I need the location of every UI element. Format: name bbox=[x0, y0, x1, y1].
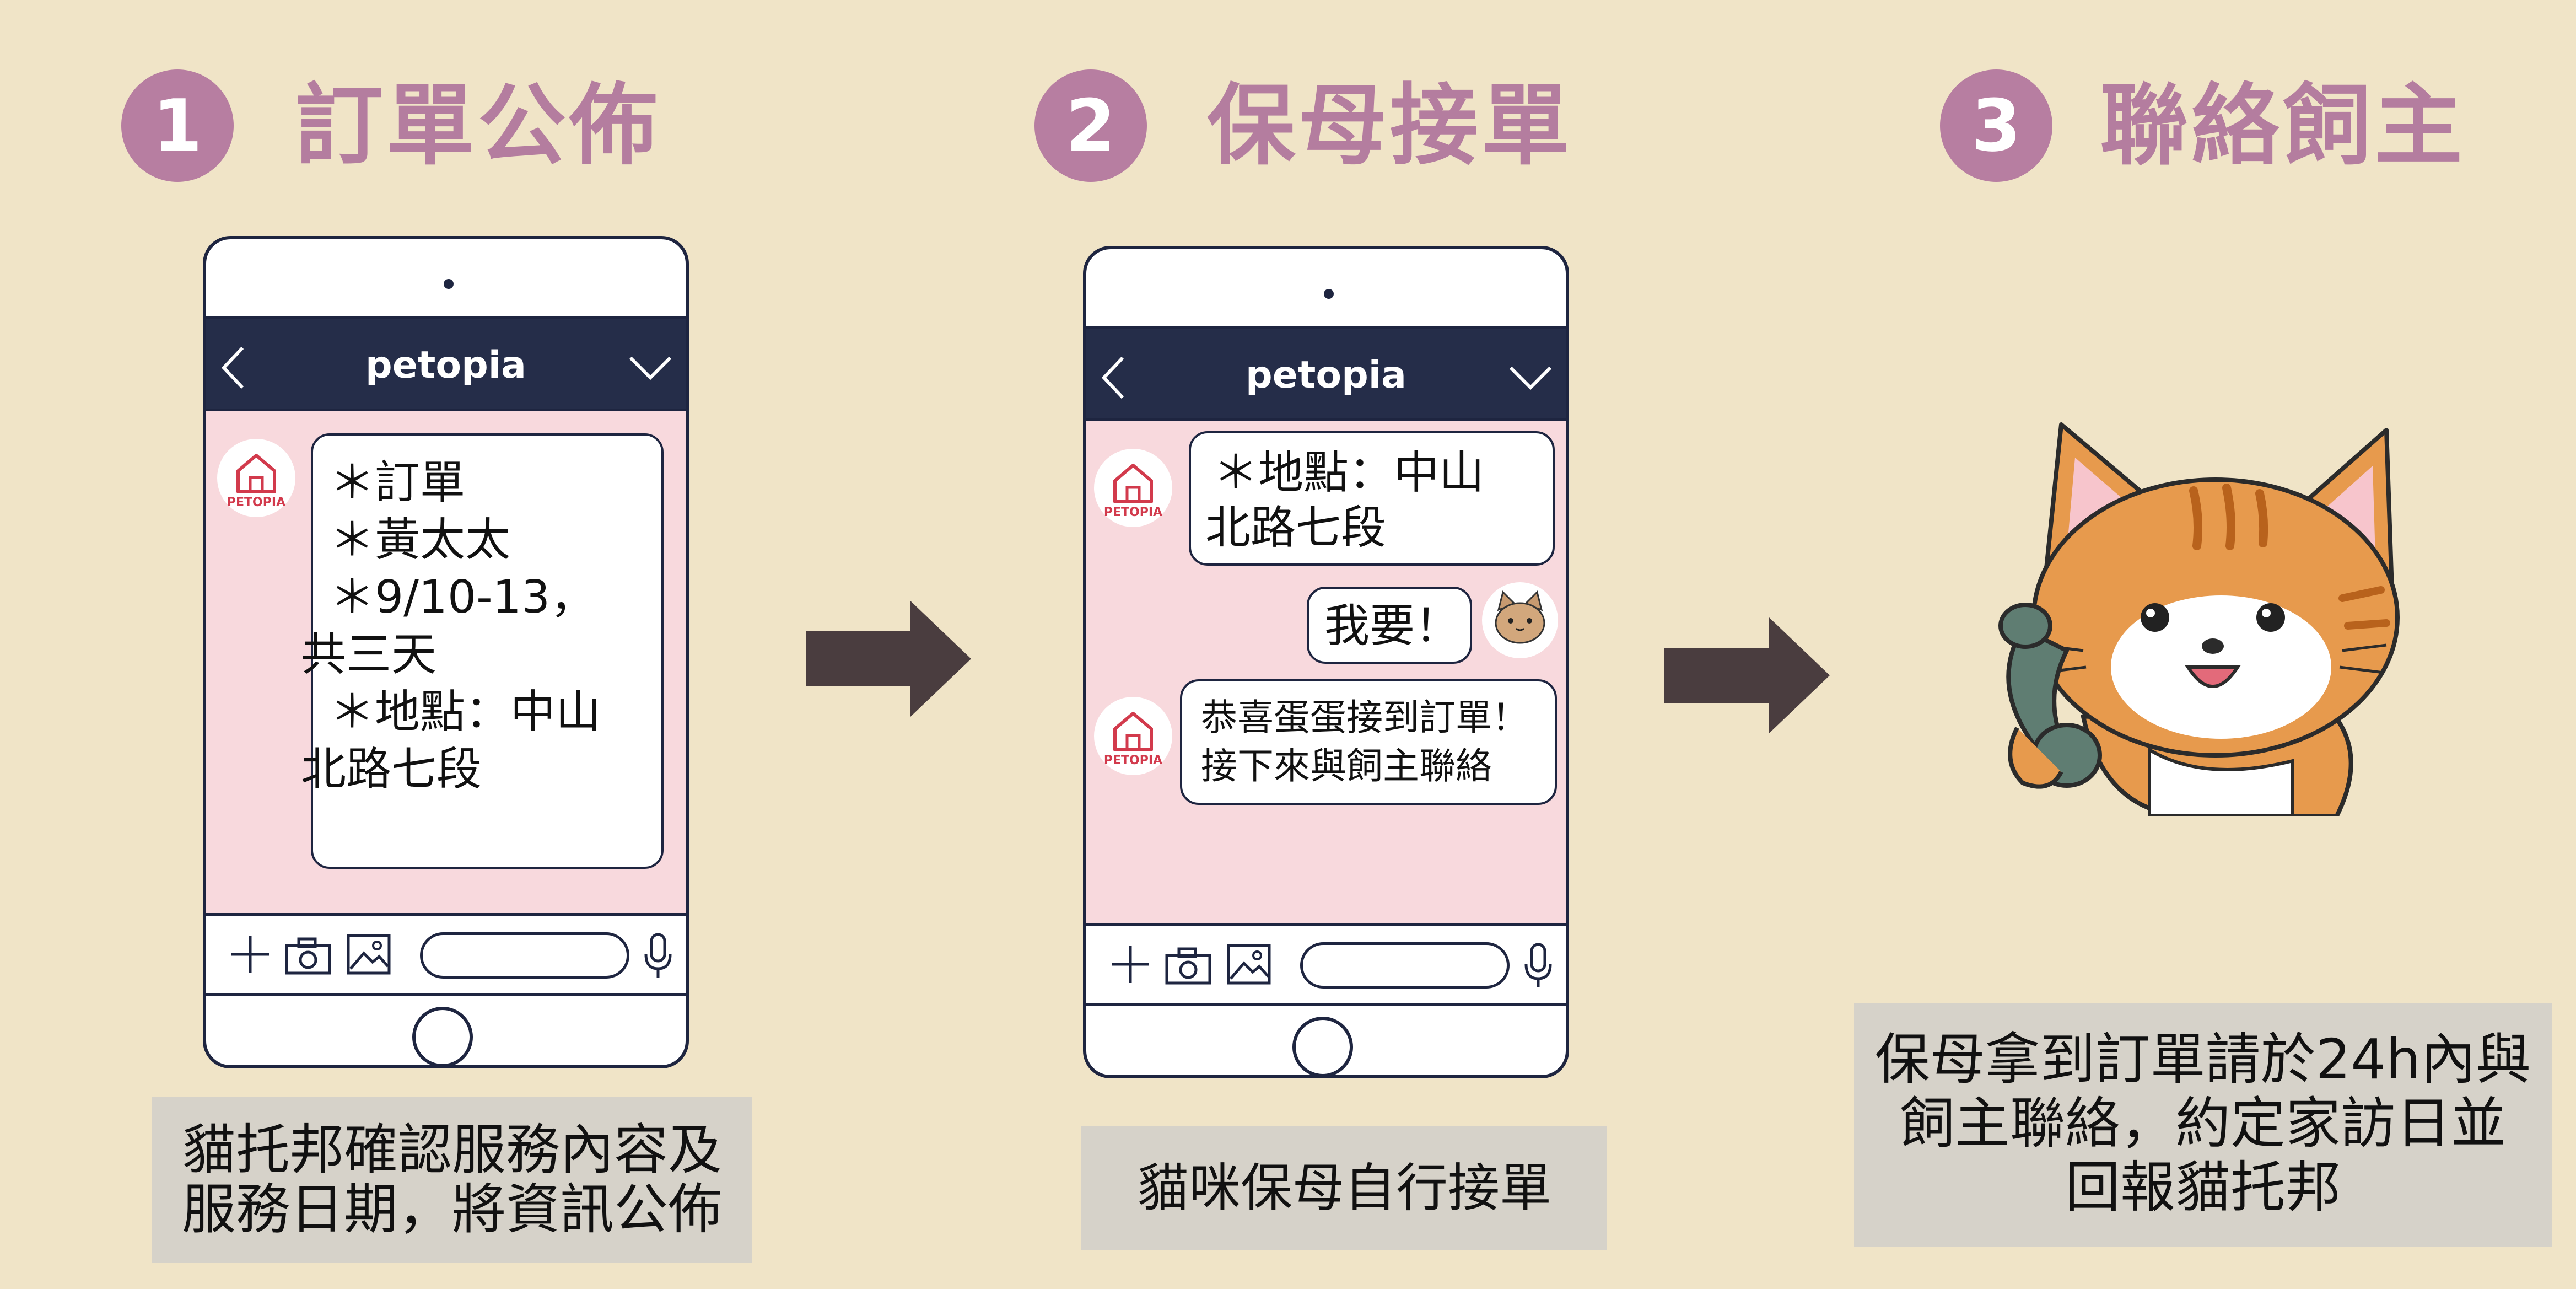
plus-icon[interactable] bbox=[1108, 942, 1152, 986]
message-line: 北路七段 bbox=[1205, 502, 1387, 554]
petopia-avatar: PETOPIA bbox=[1094, 697, 1172, 775]
app-name: petopia bbox=[1246, 353, 1406, 397]
chevron-down-icon[interactable] bbox=[1508, 364, 1553, 391]
caption-line: 貓咪保母自行接單 bbox=[1136, 1158, 1551, 1218]
petopia-avatar: PETOPIA bbox=[1094, 449, 1172, 527]
message-bubble-reply: 我要！ bbox=[1307, 587, 1472, 664]
chevron-down-icon[interactable] bbox=[628, 355, 672, 381]
house-logo-icon: PETOPIA bbox=[227, 454, 285, 509]
home-button[interactable] bbox=[412, 1007, 473, 1065]
caption-line: 服務日期，將資訊公佈 bbox=[181, 1178, 722, 1241]
image-icon[interactable] bbox=[1225, 942, 1273, 986]
arrow-right-icon bbox=[1664, 617, 1830, 733]
message-line: 接下來與飼主聯絡 bbox=[1201, 745, 1492, 787]
chat-area: PETOPIA ＊地點：中山 北路七段 我要！ 恭喜蛋蛋接到訂單！ 接下來與飼主… bbox=[1086, 421, 1566, 923]
step-1-number: 1 bbox=[121, 69, 234, 182]
camera-icon[interactable] bbox=[1163, 942, 1213, 986]
message-line: ＊訂單 bbox=[330, 456, 466, 509]
cat-avatar bbox=[1482, 582, 1558, 658]
cat-face-icon bbox=[1495, 590, 1545, 644]
message-line: 共三天 bbox=[301, 629, 437, 681]
step-2-number: 2 bbox=[1034, 69, 1147, 182]
message-bubble-order: ＊訂單 ＊黃太太 ＊9/10-13， 共三天 ＊地點：中山 北路七段 bbox=[301, 433, 664, 869]
caption-line: 飼主聯絡，約定家訪日並 bbox=[1900, 1091, 2506, 1156]
step-3-number: 3 bbox=[1940, 69, 2052, 182]
microphone-icon[interactable] bbox=[642, 932, 675, 980]
house-logo-icon: PETOPIA bbox=[1104, 464, 1162, 519]
chat-toolbar bbox=[1086, 923, 1566, 1006]
microphone-icon[interactable] bbox=[1522, 942, 1555, 990]
message-bubble-congrats: 恭喜蛋蛋接到訂單！ 接下來與飼主聯絡 bbox=[1180, 679, 1557, 805]
chat-header: petopia bbox=[206, 316, 686, 411]
cat-on-phone-illustration bbox=[1998, 422, 2400, 816]
message-line: 恭喜蛋蛋接到訂單！ bbox=[1201, 696, 1528, 739]
message-input[interactable] bbox=[420, 932, 629, 979]
house-logo-icon: PETOPIA bbox=[1104, 712, 1162, 767]
caption-line: 貓托邦確認服務內容及 bbox=[181, 1119, 722, 1181]
message-line: 我要！ bbox=[1324, 600, 1461, 652]
step-2-caption: 貓咪保母自行接單 bbox=[1081, 1126, 1607, 1250]
message-line: ＊地點：中山 bbox=[330, 686, 601, 738]
step-1-title: 訂單公佈 bbox=[295, 74, 661, 177]
chat-header: petopia bbox=[1086, 326, 1566, 421]
message-bubble-location: ＊地點：中山 北路七段 bbox=[1189, 431, 1555, 566]
home-button[interactable] bbox=[1292, 1017, 1353, 1075]
camera-dot bbox=[444, 279, 454, 289]
avatar-label: PETOPIA bbox=[227, 496, 285, 509]
chat-toolbar bbox=[206, 913, 686, 996]
message-line: ＊9/10-13， bbox=[330, 571, 596, 624]
message-input[interactable] bbox=[1300, 942, 1510, 989]
phone-mockup-1: petopia PETOPIA ＊訂單 ＊黃太太 ＊9/10-13， 共三天 ＊… bbox=[203, 236, 689, 1068]
step-3-caption: 保母拿到訂單請於24h內與 飼主聯絡，約定家訪日並 回報貓托邦 bbox=[1854, 1003, 2552, 1247]
caption-line: 回報貓托邦 bbox=[2065, 1155, 2341, 1220]
avatar-label: PETOPIA bbox=[1104, 506, 1162, 519]
caption-line: 保母拿到訂單請於24h內與 bbox=[1874, 1027, 2531, 1092]
phone-mockup-2: petopia PETOPIA ＊地點：中山 北路七段 我要！ 恭喜蛋蛋接到訂單… bbox=[1083, 246, 1569, 1078]
arrow-right-icon bbox=[806, 601, 971, 717]
message-line: ＊地點：中山 bbox=[1213, 447, 1485, 499]
avatar-label: PETOPIA bbox=[1104, 754, 1162, 767]
camera-icon[interactable] bbox=[283, 932, 333, 976]
app-name: petopia bbox=[365, 343, 526, 387]
step-3-title: 聯絡飼主 bbox=[2100, 74, 2466, 177]
image-icon[interactable] bbox=[345, 932, 392, 976]
camera-dot bbox=[1324, 289, 1334, 299]
chat-area: PETOPIA ＊訂單 ＊黃太太 ＊9/10-13， 共三天 ＊地點：中山 北路… bbox=[206, 411, 686, 913]
petopia-avatar: PETOPIA bbox=[217, 439, 295, 517]
step-1-caption: 貓托邦確認服務內容及 服務日期，將資訊公佈 bbox=[152, 1097, 752, 1263]
step-2-title: 保母接單 bbox=[1207, 74, 1573, 177]
message-line: ＊黃太太 bbox=[330, 514, 511, 566]
plus-icon[interactable] bbox=[228, 932, 272, 976]
message-line: 北路七段 bbox=[301, 743, 482, 796]
